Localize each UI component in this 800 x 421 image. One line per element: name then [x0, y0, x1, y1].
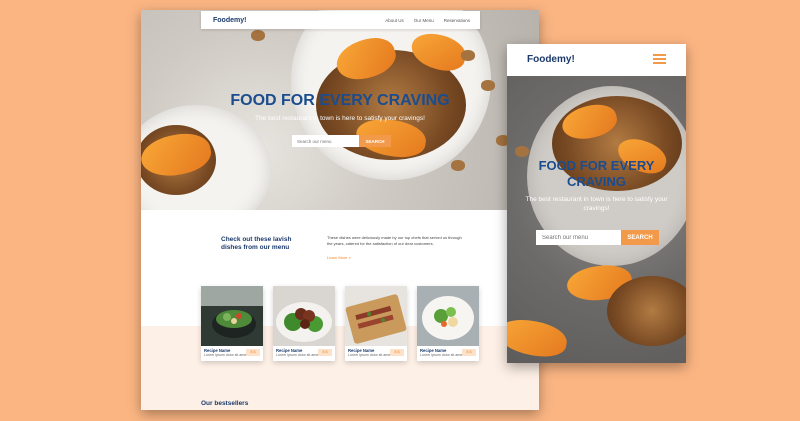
nav-link-our-menu[interactable]: Our Menu — [414, 18, 434, 23]
recipe-image — [345, 286, 407, 346]
nav-links: About Us Our Menu Reservations — [385, 18, 470, 23]
walnut — [515, 146, 529, 157]
recipe-card[interactable]: Recipe Name Lorem ipsum dolor sit amet. … — [345, 286, 407, 361]
search-input[interactable] — [292, 135, 359, 147]
desktop-mockup: Foodemy! About Us Our Menu Reservations … — [141, 10, 539, 410]
mobile-hero-subtitle: The best restaurant in town is here to s… — [525, 196, 668, 212]
recipe-image — [201, 286, 263, 346]
mobile-hero-search: SEARCH — [536, 230, 659, 245]
intro-heading: Check out these lavish dishes from our m… — [221, 236, 292, 251]
mobile-search-button[interactable]: SEARCH — [621, 230, 659, 245]
walnut — [451, 160, 465, 171]
learn-more-link[interactable]: Learn More » — [327, 255, 351, 260]
recipe-image — [417, 286, 479, 346]
bestsellers-heading: Our bestsellers — [201, 400, 249, 407]
granola-bottom — [607, 276, 686, 346]
recipe-card[interactable]: Recipe Name Lorem ipsum dolor sit amet. … — [273, 286, 335, 361]
walnut — [481, 80, 495, 91]
hero-image — [141, 10, 539, 210]
hero-subtitle: The best restaurant in town is here to s… — [255, 115, 425, 122]
recipe-card[interactable]: Recipe Name Lorem ipsum dolor sit amet. … — [417, 286, 479, 361]
top-navbar: Foodemy! About Us Our Menu Reservations — [201, 11, 480, 29]
hamburger-icon[interactable] — [653, 54, 666, 64]
recipe-price: $ $ — [246, 349, 260, 356]
walnut — [251, 30, 265, 41]
mobile-hero-title: FOOD FOR EVERY CRAVING — [538, 158, 655, 189]
recipe-image — [273, 286, 335, 346]
hero-title: FOOD FOR EVERY CRAVING — [230, 92, 450, 109]
intro-text: These dishes were deliciously made by ou… — [327, 235, 462, 246]
mobile-hero-image — [507, 76, 686, 363]
mobile-logo[interactable]: Foodemy! — [527, 54, 575, 65]
mobile-navbar: Foodemy! — [507, 44, 686, 76]
recipe-price: $ $ — [462, 349, 476, 356]
recipe-desc: Lorem ipsum dolor sit amet. — [348, 353, 393, 357]
search-button[interactable]: SEARCH — [359, 135, 391, 147]
mobile-mockup: Foodemy! FOOD FOR EVERY CRAVING The best… — [507, 44, 686, 363]
recipe-price: $ $ — [318, 349, 332, 356]
recipe-card[interactable]: Recipe Name Lorem ipsum dolor sit amet. … — [201, 286, 263, 361]
mobile-search-input[interactable] — [536, 230, 621, 245]
recipe-desc: Lorem ipsum dolor sit amet. — [276, 353, 321, 357]
nav-link-about-us[interactable]: About Us — [385, 18, 404, 23]
hero-search: SEARCH — [292, 135, 391, 147]
logo[interactable]: Foodemy! — [213, 17, 246, 24]
walnut — [461, 50, 475, 61]
nav-link-reservations[interactable]: Reservations — [444, 18, 470, 23]
peach-slice-4 — [507, 315, 570, 361]
recipe-price: $ $ — [390, 349, 404, 356]
recipe-desc: Lorem ipsum dolor sit amet. — [420, 353, 465, 357]
recipe-desc: Lorem ipsum dolor sit amet. — [204, 353, 249, 357]
